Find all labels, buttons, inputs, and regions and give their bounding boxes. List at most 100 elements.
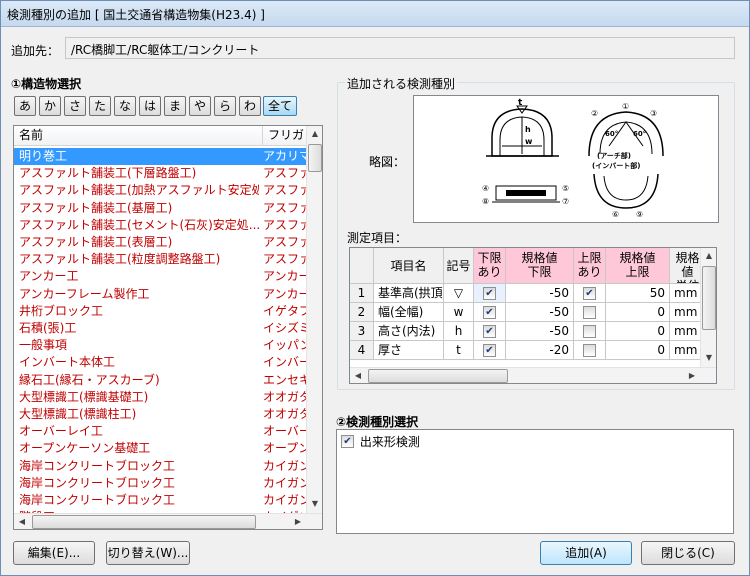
list-item[interactable]: 海岸コンクリートブロック工 カイガンコ xyxy=(14,475,308,492)
grid-scroll-down-icon[interactable]: ▼ xyxy=(701,350,716,366)
grid-cell-lower_on[interactable]: ✔ xyxy=(474,341,506,360)
list-item[interactable]: 大型標識工(標識基礎工) オオガタヒ xyxy=(14,389,308,406)
grid-header-1[interactable]: 項目名 xyxy=(374,248,444,284)
grid-cell-no[interactable]: 4 xyxy=(350,341,374,360)
grid-cell-upper_on[interactable]: ✔ xyxy=(574,284,606,303)
grid-horizontal-scrollbar[interactable]: ◀ ▶ xyxy=(350,367,716,383)
scroll-up-icon[interactable]: ▲ xyxy=(307,126,322,142)
kana-button-4[interactable]: な xyxy=(114,96,136,116)
list-item[interactable]: 海岸コンクリートブロック工 カイガンコ xyxy=(14,458,308,475)
list-item-furigana: アスファルト xyxy=(263,217,308,232)
kana-button-9[interactable]: わ xyxy=(239,96,261,116)
scroll-thumb[interactable] xyxy=(308,144,322,172)
grid-checkbox[interactable]: ✔ xyxy=(483,344,496,357)
scroll-down-icon[interactable]: ▼ xyxy=(307,496,322,512)
list-item[interactable]: アスファルト舗装工(表層工) アスファルト xyxy=(14,234,308,251)
grid-cell-lower_on[interactable]: ✔ xyxy=(474,303,506,322)
list-item[interactable]: アスファルト舗装工(加熱アスファルト安定処... アスファルト xyxy=(14,182,308,199)
kana-button-5[interactable]: は xyxy=(139,96,161,116)
list-item-furigana: インバート xyxy=(263,355,308,370)
list-horizontal-scrollbar[interactable]: ◀ ▶ xyxy=(14,513,322,529)
grid-header-4[interactable]: 規格値 下限 xyxy=(506,248,574,284)
grid-checkbox[interactable]: ✔ xyxy=(483,325,496,338)
grid-checkbox[interactable] xyxy=(583,306,596,319)
list-item-furigana: イシズミ xyxy=(263,321,308,335)
grid-cell-lower_on[interactable]: ✔ xyxy=(474,322,506,341)
type-item-dekigata[interactable]: ✔ 出来形検測 xyxy=(341,433,420,449)
grid-scroll-left-icon[interactable]: ◀ xyxy=(350,368,366,383)
grid-checkbox[interactable]: ✔ xyxy=(583,287,596,300)
list-item[interactable]: 一般事項 イッパンジ xyxy=(14,337,308,354)
mark-9: ⑨ xyxy=(636,210,643,219)
list-item[interactable]: オープンケーソン基礎工 オープンケ xyxy=(14,440,308,457)
grid-hscroll-thumb[interactable] xyxy=(368,369,508,383)
kana-button-3[interactable]: た xyxy=(89,96,111,116)
sketch-diagram: t h w ④ ⑧ ⑤ ⑦ 60° 60° ① ② ③ (アーチ部) (インバー… xyxy=(413,95,719,223)
grid-cell-no[interactable]: 2 xyxy=(350,303,374,322)
column-header-furigana[interactable]: フリガナ xyxy=(263,126,309,161)
grid-header-5[interactable]: 上限 あり xyxy=(574,248,606,284)
grid-header-3[interactable]: 下限 あり xyxy=(474,248,506,284)
grid-header-0[interactable] xyxy=(350,248,374,284)
list-item-name: オーバーレイ工 xyxy=(19,424,103,439)
type-item-checkbox[interactable]: ✔ xyxy=(341,435,354,448)
grid-checkbox[interactable] xyxy=(583,344,596,357)
edit-button[interactable]: 編集(E)... xyxy=(13,541,95,565)
structure-list[interactable]: 名前 フリガナ 明り巻工アカリマキアスファルト舗装工(下層路盤工)アスファルトア… xyxy=(13,125,323,530)
grid-header-6[interactable]: 規格値 上限 xyxy=(606,248,670,284)
kana-button-8[interactable]: ら xyxy=(214,96,236,116)
kana-button-0[interactable]: あ xyxy=(14,96,36,116)
grid-checkbox[interactable] xyxy=(583,325,596,338)
list-item[interactable]: 井桁ブロック工 イゲタブロ xyxy=(14,303,308,320)
grid-scroll-thumb[interactable] xyxy=(702,266,716,330)
list-item[interactable]: オーバーレイ工 オーバーレ xyxy=(14,423,308,440)
mark-w: w xyxy=(525,137,533,146)
list-item[interactable]: 石積(張)工 イシズミ xyxy=(14,320,308,337)
list-item[interactable]: アスファルト舗装工(粒度調整路盤工) アスファルト xyxy=(14,251,308,268)
list-item[interactable]: 大型標識工(標識柱工) オオガタヒ xyxy=(14,406,308,423)
list-item[interactable]: アンカー工 アンカーコウ xyxy=(14,268,308,285)
list-item[interactable]: 縁石工(縁石・アスカーブ) エンセキコ xyxy=(14,372,308,389)
grid-cell-upper_on[interactable] xyxy=(574,303,606,322)
list-vertical-scrollbar[interactable]: ▲ ▼ xyxy=(306,126,322,513)
switch-button[interactable]: 切り替え(W)... xyxy=(106,541,190,565)
list-item[interactable]: 海岸コンクリートブロック工 カイガンコ xyxy=(14,492,308,509)
close-button[interactable]: 閉じる(C) xyxy=(641,541,735,565)
kana-button-2[interactable]: さ xyxy=(64,96,86,116)
grid-cell-upper_on[interactable] xyxy=(574,341,606,360)
list-item-furigana: オオガタヒ xyxy=(263,407,308,421)
grid-cell-upper_on[interactable] xyxy=(574,322,606,341)
grid-checkbox[interactable]: ✔ xyxy=(483,306,496,319)
grid-cell-symbol: ▽ xyxy=(444,284,474,303)
grid-checkbox[interactable]: ✔ xyxy=(483,287,496,300)
grid-vertical-scrollbar[interactable]: ▲ ▼ xyxy=(700,248,716,367)
list-item[interactable]: 明り巻工 アカリマキ xyxy=(14,148,308,166)
grid-scroll-right-icon[interactable]: ▶ xyxy=(684,368,700,383)
grid-cell-no[interactable]: 1 xyxy=(350,284,374,303)
measurement-grid[interactable]: 項目名記号下限 あり規格値 下限上限 あり規格値 上限規格値 単位1基準高(拱頂… xyxy=(349,247,717,384)
scroll-right-icon[interactable]: ▶ xyxy=(290,514,306,529)
type-checklist[interactable]: ✔ 出来形検測 xyxy=(336,429,734,534)
list-item-furigana: イッパンジ xyxy=(263,338,308,353)
list-item[interactable]: インバート本体工 インバート xyxy=(14,354,308,371)
grid-header-2[interactable]: 記号 xyxy=(444,248,474,284)
kana-button-6[interactable]: ま xyxy=(164,96,186,116)
add-button[interactable]: 追加(A) xyxy=(540,541,632,565)
list-item-name: アスファルト舗装工(加熱アスファルト安定処... xyxy=(19,183,259,198)
grid-cell-lower_on[interactable]: ✔ xyxy=(474,284,506,303)
list-item[interactable]: アンカーフレーム製作工 アンカーフレ xyxy=(14,286,308,303)
grid-cell-no[interactable]: 3 xyxy=(350,322,374,341)
column-header-name[interactable]: 名前 xyxy=(14,126,263,146)
list-item-name: 井桁ブロック工 xyxy=(19,303,104,318)
list-item[interactable]: アスファルト舗装工(下層路盤工) アスファルト xyxy=(14,165,308,182)
list-item[interactable]: アスファルト舗装工(基層工) アスファルト xyxy=(14,200,308,217)
list-item[interactable]: アスファルト舗装工(セメント(石灰)安定処... アスファルト xyxy=(14,217,308,234)
kana-button-7[interactable]: や xyxy=(189,96,211,116)
grid-scroll-up-icon[interactable]: ▲ xyxy=(701,248,716,264)
kana-button-1[interactable]: か xyxy=(39,96,61,116)
scroll-left-icon[interactable]: ◀ xyxy=(14,514,30,529)
hscroll-thumb[interactable] xyxy=(32,515,256,529)
window-title: 検測種別の追加 [ 国土交通省構造物集(H23.4) ] xyxy=(7,8,265,22)
kana-button-10[interactable]: 全て xyxy=(263,96,297,116)
title-bar: 検測種別の追加 [ 国土交通省構造物集(H23.4) ] xyxy=(1,1,749,27)
